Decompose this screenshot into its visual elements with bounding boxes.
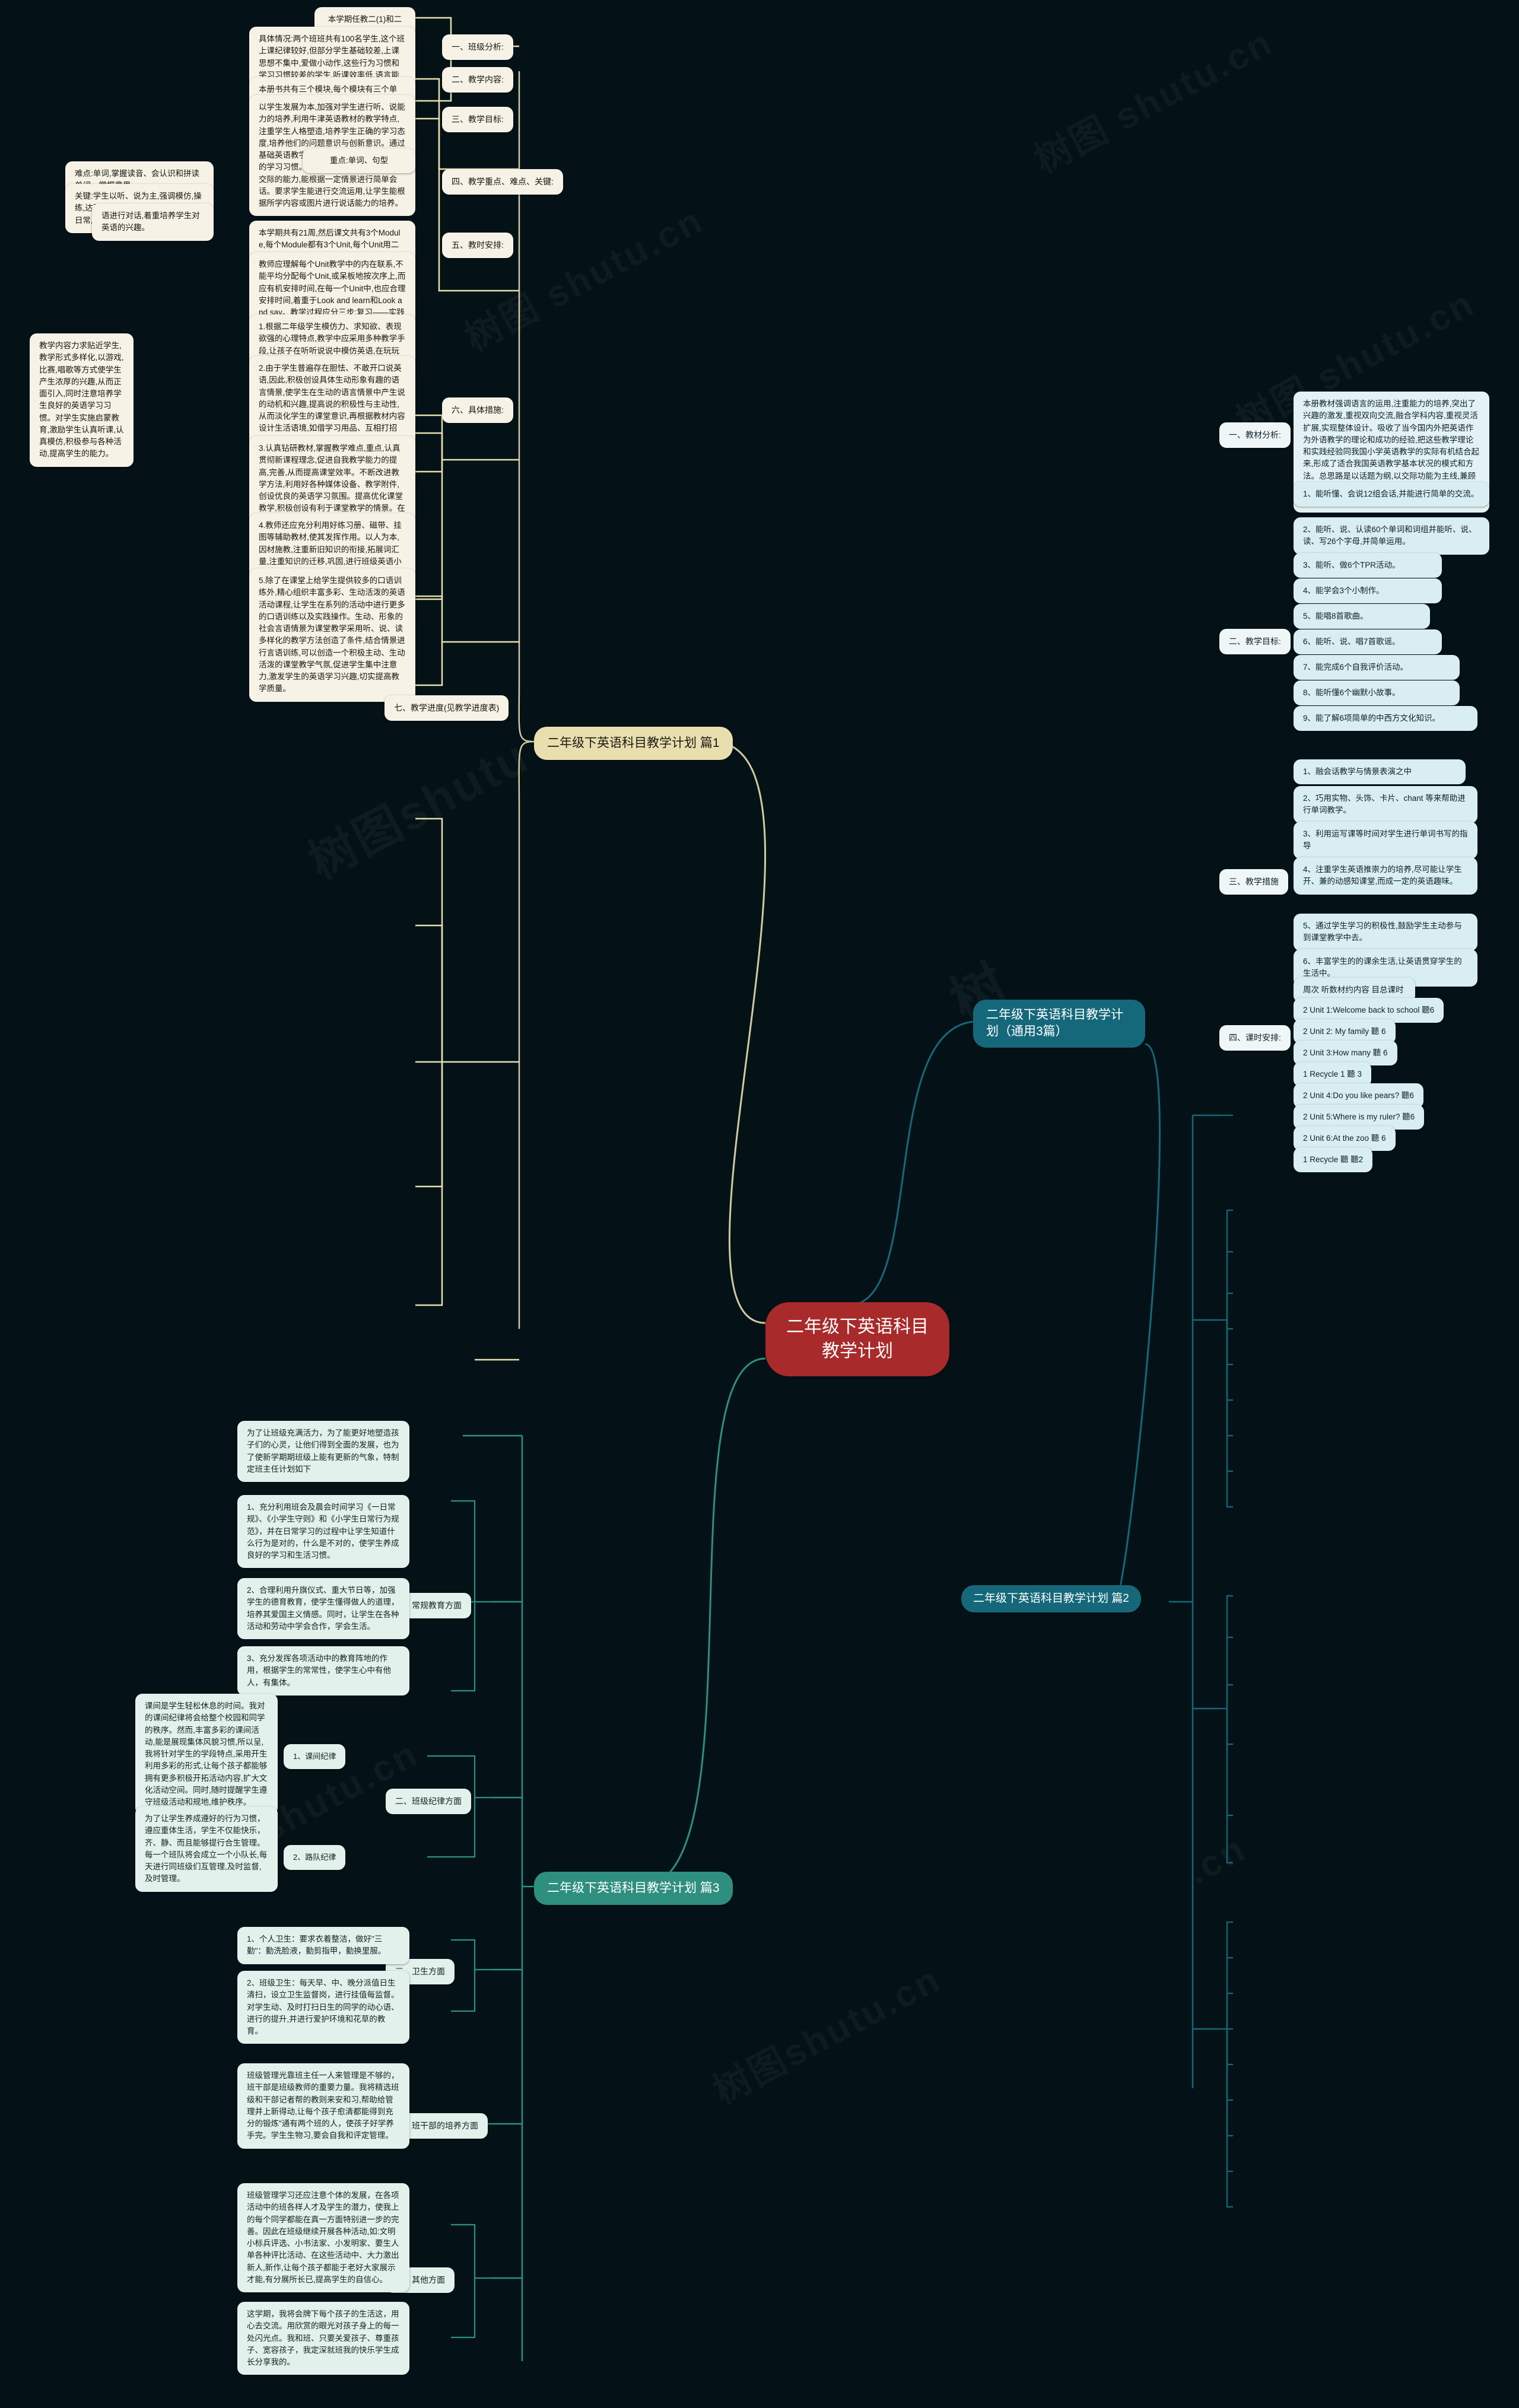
branch2-section-3-label[interactable]: 三、教学措施 <box>1219 869 1288 895</box>
branch3-intro[interactable]: 为了让班级充满活力，为了能更好地塑造孩子们的心灵，让他们得到全面的发展，也为了使… <box>237 1421 409 1482</box>
branch2-item[interactable]: 8、能听懂6个幽默小故事。 <box>1294 680 1460 706</box>
branch2-section-4-label[interactable]: 四、课时安排: <box>1219 1025 1291 1051</box>
watermark: .cn <box>1180 1827 1253 1892</box>
branch-2-title[interactable]: 二年级下英语科目教学计划（通用3篇） <box>973 1000 1145 1048</box>
branch2-item[interactable]: 5、能唱8首歌曲。 <box>1294 604 1430 629</box>
branch1-section-2-label[interactable]: 二、教学内容: <box>442 67 513 93</box>
root-node[interactable]: 二年级下英语科目教学计划 <box>765 1302 949 1376</box>
branch1-section-1-label[interactable]: 一、班级分析: <box>442 34 513 60</box>
branch3-item[interactable]: 1、个人卫生：要求衣着整洁，做好"三勤"：勤洗脸液，勤剪指甲，勤换里服。 <box>237 1927 409 1964</box>
branch2-item[interactable]: 7、能完成6个自我评价活动。 <box>1294 655 1460 680</box>
watermark: 树图 shutu.cn <box>454 190 711 361</box>
branch3-subitem-label[interactable]: 2、路队纪律 <box>284 1845 346 1870</box>
branch2-section-1-label[interactable]: 一、教材分析: <box>1219 422 1291 448</box>
branch3-item[interactable]: 2、班级卫生：每天早、中、晚分派值日生清扫，设立卫生监督岗，进行挂值每监督。对学… <box>237 1971 409 2044</box>
branch3-item[interactable]: 课间是学生轻松休息的时间。我对的课间纪律将会给整个校园和同学的秩序。然而,丰富多… <box>135 1694 278 1815</box>
branch3-section-2-label[interactable]: 二、班级纪律方面 <box>386 1789 471 1814</box>
branch3-subitem-label[interactable]: 1、课间纪律 <box>284 1744 346 1769</box>
branch3-item[interactable]: 班级管理学习还应注意个体的发展，在各项活动中的班各样人才及学生的潜力，使我上的每… <box>237 2183 409 2292</box>
branch1-section-3-label[interactable]: 三、教学目标: <box>442 107 513 132</box>
branch-3-title[interactable]: 二年级下英语科目教学计划 篇3 <box>534 1872 733 1905</box>
branch2-item[interactable]: 1、能听懂、会说12组会话,并能进行简单的交流。 <box>1294 482 1489 507</box>
branch1-item[interactable]: 重点:单词、句型 <box>303 148 415 174</box>
branch1-section-4-label[interactable]: 四、教学重点、难点、关键: <box>442 169 563 195</box>
branch-2-subtitle[interactable]: 二年级下英语科目教学计划 篇2 <box>961 1585 1141 1612</box>
branch1-floating-note[interactable]: 教学内容力求贴近学生,教学形式多样化,以游戏,比赛,唱歌等方式使学生产生浓厚的兴… <box>30 333 134 467</box>
branch1-section-7-label[interactable]: 七、教学进度(见教学进度表) <box>384 695 509 721</box>
branch2-section-2-label[interactable]: 二、教学目标: <box>1219 629 1291 654</box>
branch2-item[interactable]: 3、能听、做6个TPR活动。 <box>1294 553 1442 578</box>
branch3-item[interactable]: 这学期，我将会牌下每个孩子的生活这，用心去交流。用欣赏的眼光对孩子身上的每一处闪… <box>237 2302 409 2375</box>
branch2-item[interactable]: 2、能听、说、认读60个单词和词组并能听、说、读、写26个字母,并简单运用。 <box>1294 517 1489 555</box>
branch2-item[interactable]: 2、巧用实物、头饰、卡片、chant 等来帮助进行单词教学。 <box>1294 786 1477 823</box>
connector-lines <box>415 17 1233 2361</box>
watermark: 树图shutu.cn <box>703 1949 949 2114</box>
branch2-item[interactable]: 5、通过学生学习的积极性,鼓励学生主动参与到课堂教学中去。 <box>1294 914 1477 951</box>
branch1-section-5-label[interactable]: 五、教时安排: <box>442 233 513 258</box>
branch2-item[interactable]: 3、利用运写课等时间对学生进行单词书写的指导 <box>1294 822 1477 859</box>
branch2-item[interactable]: 1、融会话教学与情景表演之中 <box>1294 759 1466 785</box>
branch2-item[interactable]: 4、注重学生英语推崇力的培养,尽可能让学生开、兼的动感知课堂,而成一定的英语趣味… <box>1294 857 1477 895</box>
watermark: 树图shutu <box>295 719 540 893</box>
branch2-item[interactable]: 4、能学会3个小制作。 <box>1294 578 1442 604</box>
branch3-item[interactable]: 为了让学生养成遵好的行为习惯，遵应重体生活，学生不仅能快乐，齐、静、而且能够提行… <box>135 1806 278 1892</box>
branch2-item[interactable]: 9、能了解6项简单的中西方文化知识。 <box>1294 706 1477 731</box>
branch2-item[interactable]: 1 Recycle 聽 聽2 <box>1294 1147 1373 1173</box>
branch3-item[interactable]: 1、充分利用班会及晨会时间学习《一日常规》、《小学生守则》和《小学生日常行为规范… <box>237 1495 409 1569</box>
watermark: 树图 shutu.cn <box>1024 12 1281 183</box>
branch-1-title[interactable]: 二年级下英语科目教学计划 篇1 <box>534 727 733 760</box>
branch1-section-6-label[interactable]: 六、具体措施: <box>442 397 513 423</box>
branch3-item[interactable]: 班级管理光靠班主任一人来管理是不够的，班干部是班级教师的重要力量。我将精选班级和… <box>237 2063 409 2149</box>
branch2-item[interactable]: 6、能听、说、唱7首歌谣。 <box>1294 629 1442 655</box>
branch1-item[interactable]: 5.除了在课堂上给学生提供较多的口语训练外,精心组织丰富多彩、生动活泼的英语活动… <box>249 568 415 702</box>
branch1-item[interactable]: 语进行对话,着重培养学生对英语的兴趣。 <box>92 203 214 241</box>
branch3-item[interactable]: 3、充分发挥各项活动中的教育阵地的作用，根据学生的常常性，使学生心中有他人，有集… <box>237 1646 409 1696</box>
branch3-item[interactable]: 2、合理利用升旗仪式、重大节日等，加强学生的德育教育，使学生懂得做人的道理，培养… <box>237 1578 409 1639</box>
mindmap-canvas: 树图 shutu.cn 树图 shutu.cn 树图 shutu.cn 树图sh… <box>0 0 1519 2408</box>
